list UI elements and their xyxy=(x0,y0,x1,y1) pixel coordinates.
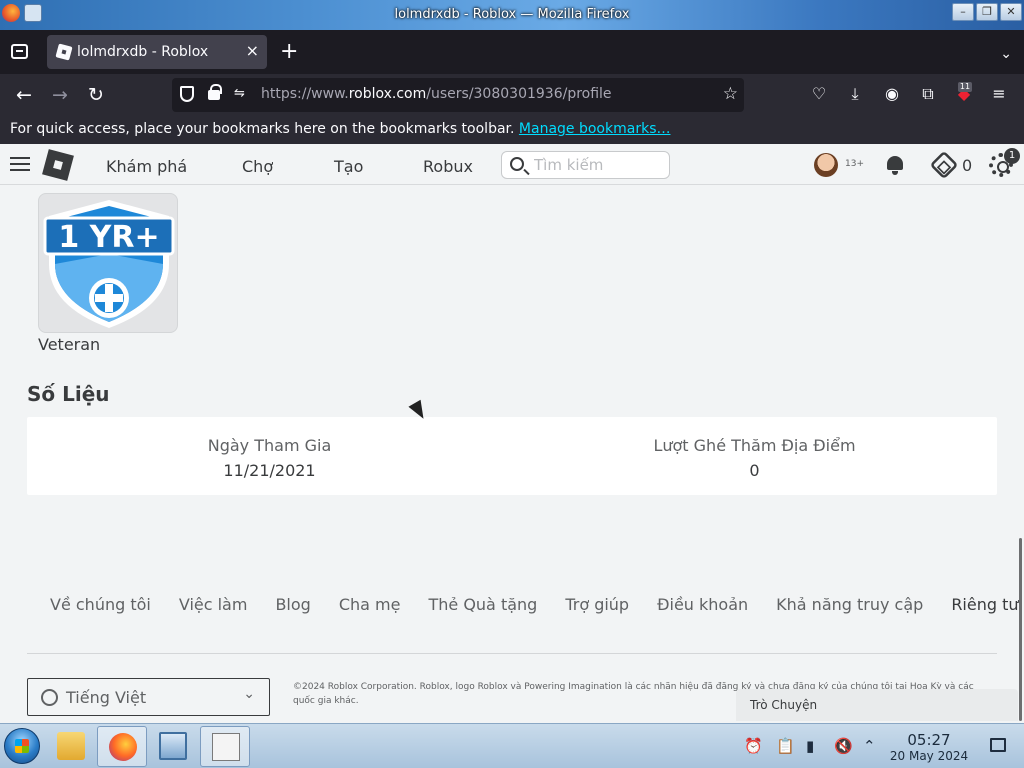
forward-arrow-icon[interactable]: → xyxy=(47,82,73,108)
nav-marketplace[interactable]: Chợ xyxy=(242,157,273,176)
navigation-toolbar: ← → ↻ ⇋ https://www.roblox.com/users/308… xyxy=(0,74,1024,116)
bookmarks-toolbar: For quick access, place your bookmarks h… xyxy=(0,116,1024,144)
maximize-button[interactable]: ❐ xyxy=(976,3,998,21)
clock-date: 20 May 2024 xyxy=(889,749,969,763)
url-prefix: https://www. xyxy=(261,86,349,102)
nav-robux[interactable]: Robux xyxy=(423,157,473,176)
footer-link-help[interactable]: Trợ giúp xyxy=(565,595,629,614)
stat-place-visits: Lượt Ghé Thăm Địa Điểm 0 xyxy=(512,436,997,480)
footer-link-jobs[interactable]: Việc làm xyxy=(179,595,248,614)
stat-label: Lượt Ghé Thăm Địa Điểm xyxy=(653,436,856,455)
nav-create[interactable]: Tạo xyxy=(334,157,363,176)
permissions-icon[interactable]: ⇋ xyxy=(234,86,245,101)
tab-title: lolmdrxdb - Roblox xyxy=(77,44,209,60)
footer-link-accessibility[interactable]: Khả năng truy cập xyxy=(776,595,923,614)
footer-link-gift-cards[interactable]: Thẻ Quà tặng xyxy=(428,595,537,614)
close-tab-icon[interactable]: × xyxy=(246,41,259,60)
footer-link-parents[interactable]: Cha mẹ xyxy=(339,595,401,614)
window-titlebar: lolmdrxdb - Roblox — Mozilla Firefox – ❐… xyxy=(0,0,1024,30)
window-controls: – ❐ ✕ xyxy=(952,3,1022,21)
stat-label: Ngày Tham Gia xyxy=(207,436,332,455)
footer-link-privacy[interactable]: Riêng tư xyxy=(951,595,1018,614)
taskbar-clock[interactable]: 05:27 20 May 2024 xyxy=(888,731,970,763)
stat-value: 0 xyxy=(749,461,760,480)
roblox-favicon-icon xyxy=(55,43,73,61)
age-badge: 13+ xyxy=(845,159,864,169)
stats-panel: Ngày Tham Gia 11/21/2021 Lượt Ghé Thăm Đ… xyxy=(27,417,997,495)
app-menu-icon[interactable]: ≡ xyxy=(988,84,1010,103)
footer-links: Về chúng tôi Việc làm Blog Cha mẹ Thẻ Qu… xyxy=(50,595,1019,614)
notifications-bell-icon[interactable] xyxy=(885,154,905,176)
window-title: lolmdrxdb - Roblox — Mozilla Firefox xyxy=(394,7,630,22)
search-box[interactable] xyxy=(501,151,670,179)
language-selector[interactable]: Tiếng Việt ⌄ xyxy=(27,678,270,716)
globe-icon xyxy=(41,689,58,706)
chat-panel[interactable]: Trò Chuyện xyxy=(736,689,1018,721)
tab-active[interactable]: lolmdrxdb - Roblox × xyxy=(47,35,267,69)
taskbar-firefox[interactable] xyxy=(97,726,147,767)
footer-link-blog[interactable]: Blog xyxy=(275,595,310,614)
hamburger-menu-icon[interactable] xyxy=(10,157,30,173)
page-scrollbar[interactable] xyxy=(1019,538,1022,721)
pocket-icon[interactable]: ♡ xyxy=(808,84,830,103)
address-bar[interactable]: ⇋ https://www.roblox.com/users/308030193… xyxy=(172,78,744,112)
avatar[interactable] xyxy=(814,153,838,177)
roblox-logo-icon[interactable] xyxy=(42,149,74,181)
stats-heading: Số Liệu xyxy=(27,382,110,406)
badge-emblem-text: 1 YR+ xyxy=(58,220,159,255)
stat-join-date: Ngày Tham Gia 11/21/2021 xyxy=(27,436,512,480)
veteran-badge-icon: 1 YR+ xyxy=(43,200,175,328)
url-host: roblox.com xyxy=(348,86,427,102)
clipboard-icon[interactable]: 📋 xyxy=(776,737,795,755)
start-button[interactable] xyxy=(4,728,40,764)
notepad-icon xyxy=(212,733,240,761)
back-arrow-icon[interactable]: ← xyxy=(11,82,37,108)
taskbar-notepad[interactable] xyxy=(200,726,250,767)
extension-badge: 11 xyxy=(958,82,972,92)
url-text[interactable]: https://www.roblox.com/users/3080301936/… xyxy=(261,86,612,102)
footer-link-terms[interactable]: Điều khoản xyxy=(657,595,748,614)
manage-bookmarks-link[interactable]: Manage bookmarks… xyxy=(519,121,671,137)
new-tab-icon[interactable]: + xyxy=(280,39,298,65)
tray-expand-chevron-icon[interactable]: ⌃ xyxy=(863,737,876,755)
account-icon[interactable]: ◉ xyxy=(881,84,903,103)
reload-icon[interactable]: ↻ xyxy=(83,82,109,108)
badge-card-veteran[interactable]: 1 YR+ xyxy=(38,193,178,333)
search-icon xyxy=(510,157,524,171)
downloads-icon[interactable]: ⤓ xyxy=(844,84,866,104)
clock-time: 05:27 xyxy=(907,731,951,749)
list-tabs-chevron-icon[interactable]: ⌄ xyxy=(1000,46,1012,62)
folder-icon xyxy=(57,732,85,760)
extensions-icon[interactable]: ⧉ xyxy=(917,84,939,104)
stat-value: 11/21/2021 xyxy=(223,461,316,480)
url-path: /users/3080301936/profile xyxy=(426,86,612,102)
footer-divider xyxy=(27,653,997,654)
badge-name[interactable]: Veteran xyxy=(38,335,100,354)
bookmarks-prompt: For quick access, place your bookmarks h… xyxy=(10,121,515,137)
tracking-protection-shield-icon[interactable] xyxy=(180,86,194,102)
firefox-view-icon[interactable] xyxy=(11,44,28,59)
minimize-button[interactable]: – xyxy=(952,3,974,21)
tab-strip: lolmdrxdb - Roblox × xyxy=(0,30,1024,74)
bookmark-star-icon[interactable]: ☆ xyxy=(723,84,738,104)
alarm-icon[interactable]: ⏰ xyxy=(744,737,763,755)
battery-icon[interactable]: ▮ xyxy=(806,737,814,755)
chat-label: Trò Chuyện xyxy=(750,698,818,712)
search-input[interactable] xyxy=(534,155,664,175)
lock-icon[interactable] xyxy=(208,84,222,100)
chevron-down-icon: ⌄ xyxy=(243,686,255,702)
taskbar-control-panel[interactable] xyxy=(148,726,198,767)
settings-notification-badge: 1 xyxy=(1004,148,1020,164)
nav-discover[interactable]: Khám phá xyxy=(106,157,187,176)
robux-balance[interactable]: 0 xyxy=(962,156,972,175)
footer-link-about[interactable]: Về chúng tôi xyxy=(50,595,151,614)
taskbar-file-explorer[interactable] xyxy=(46,726,96,767)
close-window-button[interactable]: ✕ xyxy=(1000,3,1022,21)
roblox-header: Khám phá Chợ Tạo Robux xyxy=(0,145,1024,185)
show-desktop-icon[interactable] xyxy=(990,738,1006,752)
firefox-icon xyxy=(109,733,137,761)
monitor-icon xyxy=(159,732,187,760)
volume-muted-icon[interactable]: 🔇 xyxy=(834,737,853,755)
language-value: Tiếng Việt xyxy=(66,688,147,707)
